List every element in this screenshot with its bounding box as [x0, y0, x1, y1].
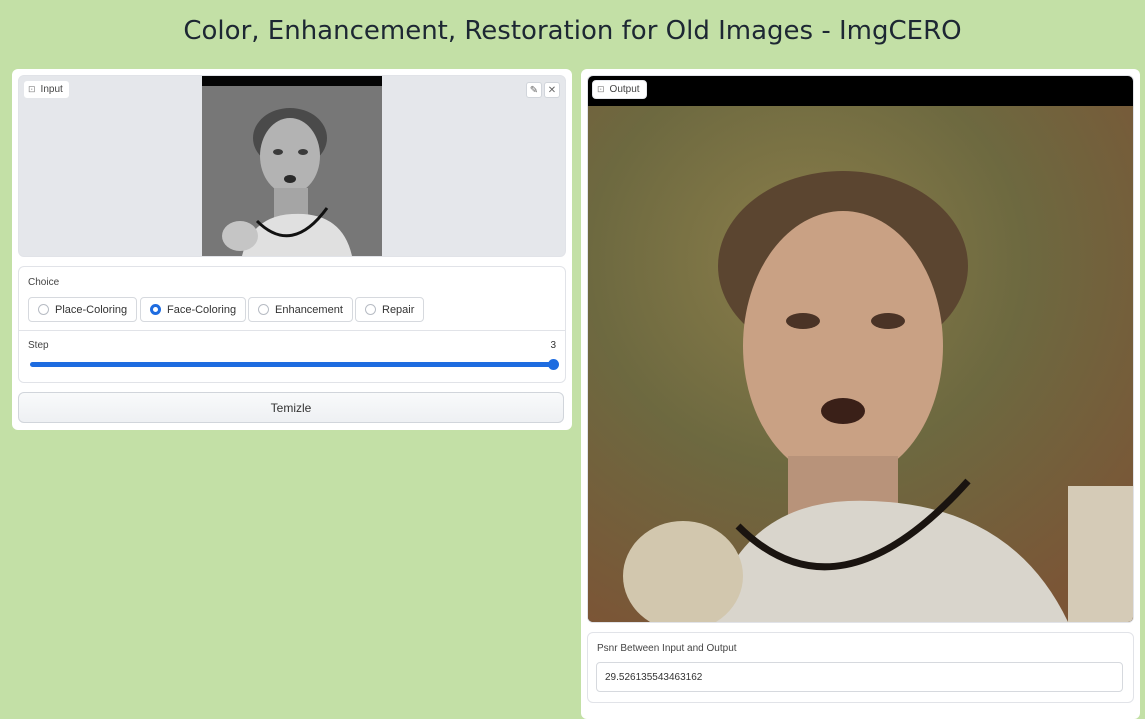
- input-photo: [202, 76, 382, 256]
- psnr-group: Psnr Between Input and Output 29.5261355…: [587, 632, 1134, 703]
- input-panel: ⊡ Input ✎ ✕ Choice Place-Coloring Face-C…: [12, 69, 572, 430]
- radio-dot: [38, 304, 49, 315]
- output-label-chip: ⊡ Output: [592, 80, 647, 99]
- input-label: Input: [40, 84, 63, 95]
- output-photo: [588, 106, 1133, 622]
- radio-label: Face-Coloring: [167, 303, 237, 316]
- radio-dot: [258, 304, 269, 315]
- output-panel: ⊡ Output Psnr Between Input and Output 2…: [581, 69, 1140, 719]
- psnr-label: Psnr Between Input and Output: [597, 643, 737, 654]
- image-icon: ⊡: [597, 84, 605, 94]
- close-icon: ✕: [547, 84, 557, 96]
- clear-image-button[interactable]: ✕: [544, 82, 560, 98]
- radio-dot-selected: [150, 304, 161, 315]
- clear-button[interactable]: Temizle: [18, 392, 564, 423]
- output-image-area: ⊡ Output: [587, 75, 1134, 623]
- image-icon: ⊡: [28, 84, 36, 94]
- step-slider-thumb[interactable]: [548, 359, 559, 370]
- divider: [19, 330, 565, 331]
- output-label: Output: [609, 84, 640, 95]
- input-image-area[interactable]: ⊡ Input ✎ ✕: [18, 75, 566, 257]
- step-label: Step: [28, 340, 49, 351]
- input-photo-graphic: [202, 76, 382, 256]
- radio-enhancement[interactable]: Enhancement: [248, 297, 353, 322]
- radio-place-coloring[interactable]: Place-Coloring: [28, 297, 138, 322]
- page-title: Color, Enhancement, Restoration for Old …: [183, 16, 962, 46]
- edit-image-button[interactable]: ✎: [526, 82, 542, 98]
- radio-face-coloring[interactable]: Face-Coloring: [140, 297, 247, 322]
- step-slider-track[interactable]: [30, 362, 554, 367]
- choice-label: Choice: [28, 277, 60, 288]
- choice-group: Choice Place-Coloring Face-Coloring Enha…: [18, 266, 566, 383]
- radio-label: Enhancement: [275, 303, 343, 316]
- radio-label: Repair: [382, 303, 415, 316]
- radio-repair[interactable]: Repair: [355, 297, 425, 322]
- psnr-output-field[interactable]: 29.526135543463162: [596, 662, 1123, 692]
- step-value: 3: [550, 340, 556, 351]
- input-label-chip: ⊡ Input: [23, 80, 70, 99]
- radio-dot: [365, 304, 376, 315]
- pencil-icon: ✎: [529, 84, 539, 96]
- radio-label: Place-Coloring: [55, 303, 128, 316]
- output-photo-graphic: [588, 106, 1133, 622]
